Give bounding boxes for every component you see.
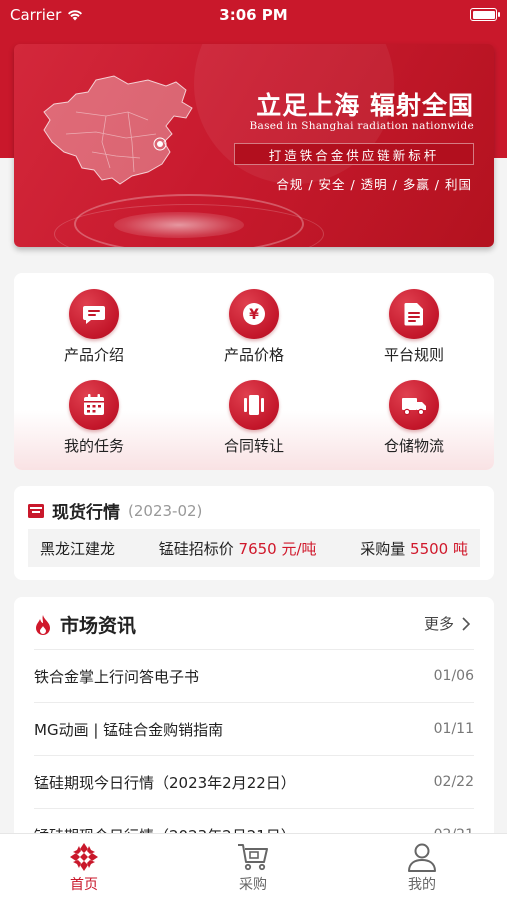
more-label: 更多 — [423, 615, 454, 633]
spot-quote-header: 现货行情 (2023-02) — [28, 498, 202, 523]
tab-purchase[interactable]: 采购 — [203, 840, 303, 894]
china-map-icon — [43, 75, 193, 185]
truck-icon — [389, 380, 439, 430]
document-icon — [389, 289, 439, 339]
spot-quote-company: 黑龙江建龙 — [40, 539, 116, 558]
tab-mine[interactable]: 我的 — [372, 840, 472, 894]
news-item-date: 02/22 — [433, 774, 474, 790]
volume-label: 采购量 — [360, 539, 406, 558]
tab-home[interactable]: 首页 — [34, 840, 134, 894]
flame-icon — [36, 614, 50, 635]
banner-pedestal — [114, 212, 244, 238]
menu-label: 产品介绍 — [63, 346, 124, 364]
status-bar: Carrier 3:06 PM — [0, 0, 507, 30]
quick-menu: 产品介绍 ¥ 产品价格 平台规则 我的任务 合同转让 仓储物流 — [14, 273, 494, 470]
tab-purchase-label: 采购 — [239, 877, 267, 893]
menu-platform-rules[interactable]: 平台规则 — [354, 289, 474, 365]
home-logo-icon — [66, 840, 102, 874]
menu-product-intro[interactable]: 产品介绍 — [34, 289, 154, 365]
more-link[interactable]: 更多 — [424, 613, 470, 634]
banner-slogan: 打造铁合金供应链新标杆 — [234, 143, 474, 165]
news-item-date: 01/11 — [433, 721, 474, 737]
tag-icon — [28, 503, 44, 518]
spot-quote-row: 黑龙江建龙 锰硅招标价 7650 元/吨 采购量 5500 吨 — [28, 529, 480, 567]
bottom-tab-bar: 首页 采购 我的 — [0, 833, 507, 900]
svg-text:¥: ¥ — [249, 307, 259, 323]
menu-label: 平台规则 — [383, 346, 444, 364]
menu-label: 合同转让 — [223, 437, 284, 455]
tab-home-label: 首页 — [70, 877, 98, 893]
spot-quote-volume: 采购量 5500 吨 — [360, 538, 468, 559]
menu-warehouse-logistics[interactable]: 仓储物流 — [354, 380, 474, 456]
news-item[interactable]: MG动画 | 锰硅合金购销指南 01/11 — [34, 702, 474, 755]
menu-my-tasks[interactable]: 我的任务 — [34, 380, 154, 456]
yen-icon: ¥ — [229, 289, 279, 339]
battery-icon — [470, 8, 500, 21]
volume-value: 5500 吨 — [410, 539, 468, 558]
news-item-title: MG动画 | 锰硅合金购销指南 — [34, 720, 224, 739]
market-news-title: 市场资讯 — [60, 615, 137, 637]
news-item[interactable]: 铁合金掌上行问答电子书 01/06 — [34, 649, 474, 702]
hero-banner[interactable]: 立足上海 辐射全国 Based in Shanghai radiation na… — [14, 44, 494, 247]
transfer-icon — [229, 380, 279, 430]
banner-headline: 立足上海 辐射全国 — [256, 91, 474, 120]
user-icon — [404, 840, 440, 874]
banner-subline: Based in Shanghai radiation nationwide — [249, 120, 474, 132]
news-item-title: 锰硅期现今日行情（2023年2月22日） — [34, 773, 296, 792]
status-time: 3:06 PM — [219, 6, 288, 24]
chevron-right-icon — [462, 616, 470, 631]
banner-values: 合规 / 安全 / 透明 / 多赢 / 利国 — [276, 177, 472, 192]
spot-quote-title: 现货行情 — [52, 503, 120, 523]
news-item[interactable]: 锰硅期现今日行情（2023年2月22日） 02/22 — [34, 755, 474, 808]
market-news-header: 市场资讯 — [34, 611, 136, 638]
chat-icon — [69, 289, 119, 339]
tab-mine-label: 我的 — [408, 877, 436, 893]
menu-contract-transfer[interactable]: 合同转让 — [194, 380, 314, 456]
price-value: 7650 元/吨 — [238, 539, 317, 558]
news-item-date: 01/06 — [433, 668, 474, 684]
menu-label: 仓储物流 — [383, 437, 444, 455]
price-label: 锰硅招标价 — [158, 539, 234, 558]
menu-label: 我的任务 — [63, 437, 124, 455]
market-news-card: 市场资讯 更多 铁合金掌上行问答电子书 01/06 MG动画 | 锰硅合金购销指… — [14, 597, 494, 857]
cart-icon — [235, 840, 271, 874]
spot-quote-period: (2023-02) — [128, 501, 203, 520]
menu-product-price[interactable]: ¥ 产品价格 — [194, 289, 314, 365]
spot-quote-price: 锰硅招标价 7650 元/吨 — [159, 538, 317, 559]
menu-label: 产品价格 — [223, 346, 284, 364]
spot-quote-card[interactable]: 现货行情 (2023-02) 黑龙江建龙 锰硅招标价 7650 元/吨 采购量 … — [14, 486, 494, 580]
news-item-title: 铁合金掌上行问答电子书 — [34, 667, 200, 686]
calendar-icon — [69, 380, 119, 430]
